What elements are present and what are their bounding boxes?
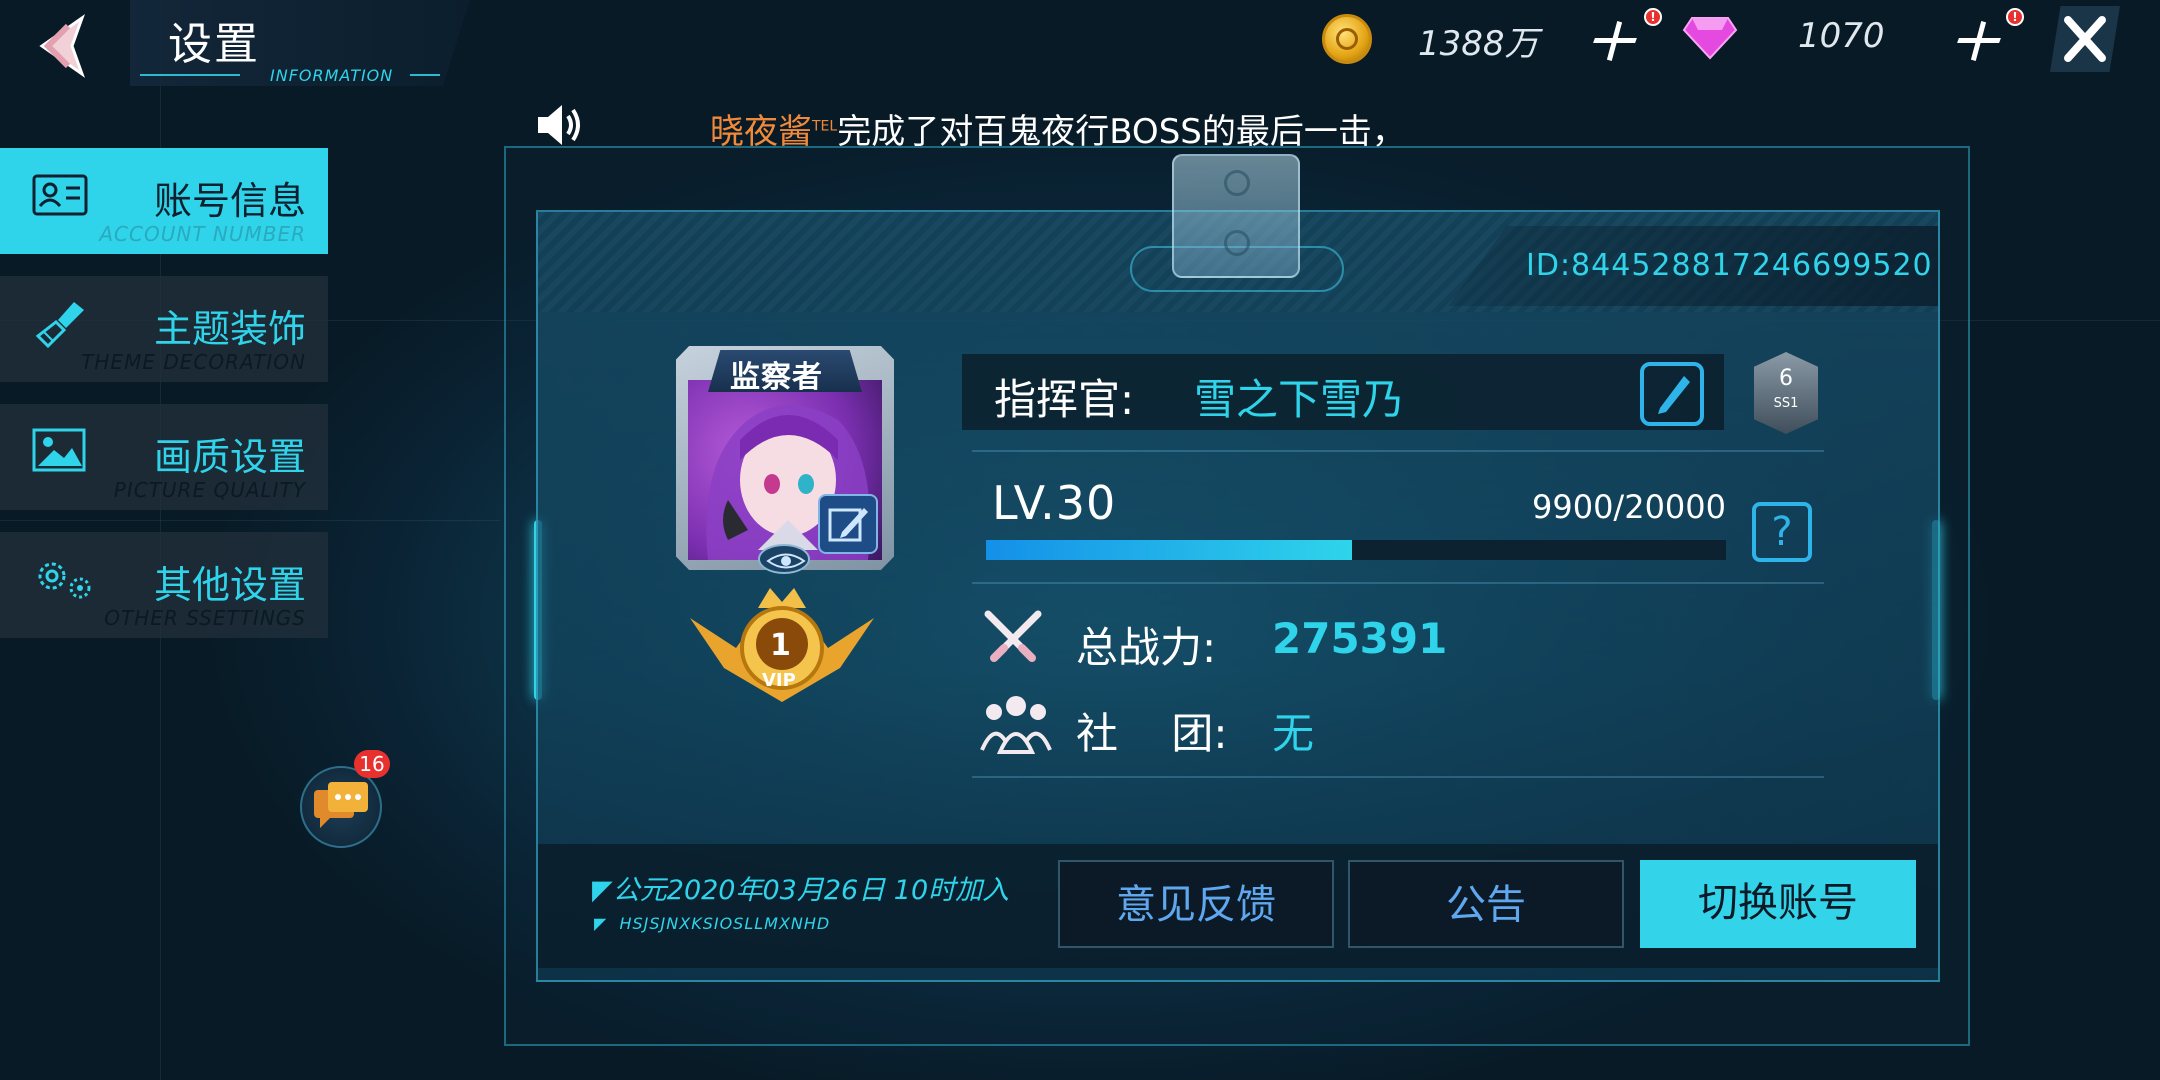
join-code: ◤ HSJSJNXKSIOSLLMXNHD <box>594 914 831 933</box>
player-level: LV.30 <box>992 476 1117 530</box>
add-diamond-button[interactable] <box>1954 16 2004 66</box>
flag-icon: ◤ <box>594 914 608 933</box>
flag-icon: ◤ <box>592 875 613 906</box>
vip-level: 1 <box>770 628 791 663</box>
gold-alert-badge: ! <box>1644 8 1662 26</box>
close-icon <box>2064 16 2106 62</box>
bg-grid-line <box>0 520 500 521</box>
ticker-tag: TEL <box>812 118 838 135</box>
picture-icon <box>30 426 90 476</box>
vip-label: VIP <box>762 670 796 691</box>
gold-amount: 1388万 <box>1418 24 1539 64</box>
menu-label: 账号信息 <box>153 179 306 223</box>
level-help-button[interactable]: ? <box>1752 502 1812 562</box>
chat-unread-badge: 16 <box>354 750 390 778</box>
menu-item-theme[interactable]: 主题装饰 THEME DECORATION <box>0 276 328 382</box>
vip-badge: 1 VIP <box>684 578 880 716</box>
divider <box>972 776 1824 778</box>
menu-item-account[interactable]: 账号信息 ACCOUNT NUMBER <box>0 148 328 254</box>
exp-bar <box>986 540 1726 560</box>
eye-icon <box>758 544 810 574</box>
menu-label: 画质设置 <box>153 435 306 479</box>
join-date: ◤公元2020年03月26日 10时加入 <box>592 875 1010 906</box>
menu-sublabel: ACCOUNT NUMBER <box>99 222 306 246</box>
rank-number: 6 <box>1779 366 1793 391</box>
player-id: ID:844528817246699520 <box>1526 248 1933 283</box>
title-underline <box>410 74 440 76</box>
back-arrow-icon <box>39 14 85 78</box>
page-title: 设置 <box>168 19 260 70</box>
menu-sublabel: OTHER SSETTINGS <box>104 606 306 630</box>
divider <box>972 450 1824 452</box>
guild-value: 无 <box>1272 709 1315 758</box>
brush-icon <box>30 298 90 349</box>
pencil-icon <box>1658 376 1690 414</box>
notice-button[interactable]: 公告 <box>1348 860 1624 948</box>
id-card-icon <box>30 170 90 220</box>
guild-icon <box>980 692 1052 754</box>
title-underline <box>140 74 240 76</box>
menu-label: 其他设置 <box>153 563 306 607</box>
rename-button[interactable] <box>1640 362 1704 426</box>
commander-label: 指挥官: <box>994 375 1135 424</box>
menu-item-picture[interactable]: 画质设置 PICTURE QUALITY <box>0 404 328 510</box>
feedback-button[interactable]: 意见反馈 <box>1058 860 1334 948</box>
back-button[interactable] <box>28 10 98 80</box>
rank-tier: SS1 <box>1773 396 1799 411</box>
diamond-amount: 1070 <box>1798 16 1885 56</box>
speaker-icon[interactable] <box>536 100 586 150</box>
chat-button[interactable] <box>300 766 382 848</box>
menu-sublabel: PICTURE QUALITY <box>113 478 306 502</box>
clip-ornament <box>1172 154 1300 278</box>
menu-item-other[interactable]: 其他设置 OTHER SSETTINGS <box>0 532 328 638</box>
avatar-tag: 监察者 <box>730 360 823 395</box>
power-value: 275391 <box>1272 614 1448 663</box>
close-button[interactable] <box>2050 6 2120 72</box>
switch-account-button[interactable]: 切换账号 <box>1640 860 1916 948</box>
divider <box>972 582 1824 584</box>
guild-label: 社 团: <box>1076 709 1228 758</box>
diamond-icon <box>1682 16 1738 60</box>
pencil-icon <box>828 508 868 542</box>
add-gold-button[interactable] <box>1590 16 1640 66</box>
crossed-swords-icon <box>980 606 1046 672</box>
exp-text: 9900/20000 <box>1531 488 1726 526</box>
gold-coin-icon <box>1322 14 1372 64</box>
rank-badge[interactable] <box>1754 352 1818 434</box>
chat-icon <box>314 782 368 828</box>
commander-name: 雪之下雪乃 <box>1194 375 1405 424</box>
page-subtitle: INFORMATION <box>270 66 394 85</box>
diamond-alert-badge: ! <box>2006 8 2024 26</box>
avatar-edit-button[interactable] <box>818 494 878 554</box>
menu-sublabel: THEME DECORATION <box>81 350 306 374</box>
exp-bar-fill <box>986 540 1353 560</box>
power-label: 总战力: <box>1076 623 1217 672</box>
gears-icon <box>30 554 91 604</box>
menu-label: 主题装饰 <box>153 307 306 351</box>
